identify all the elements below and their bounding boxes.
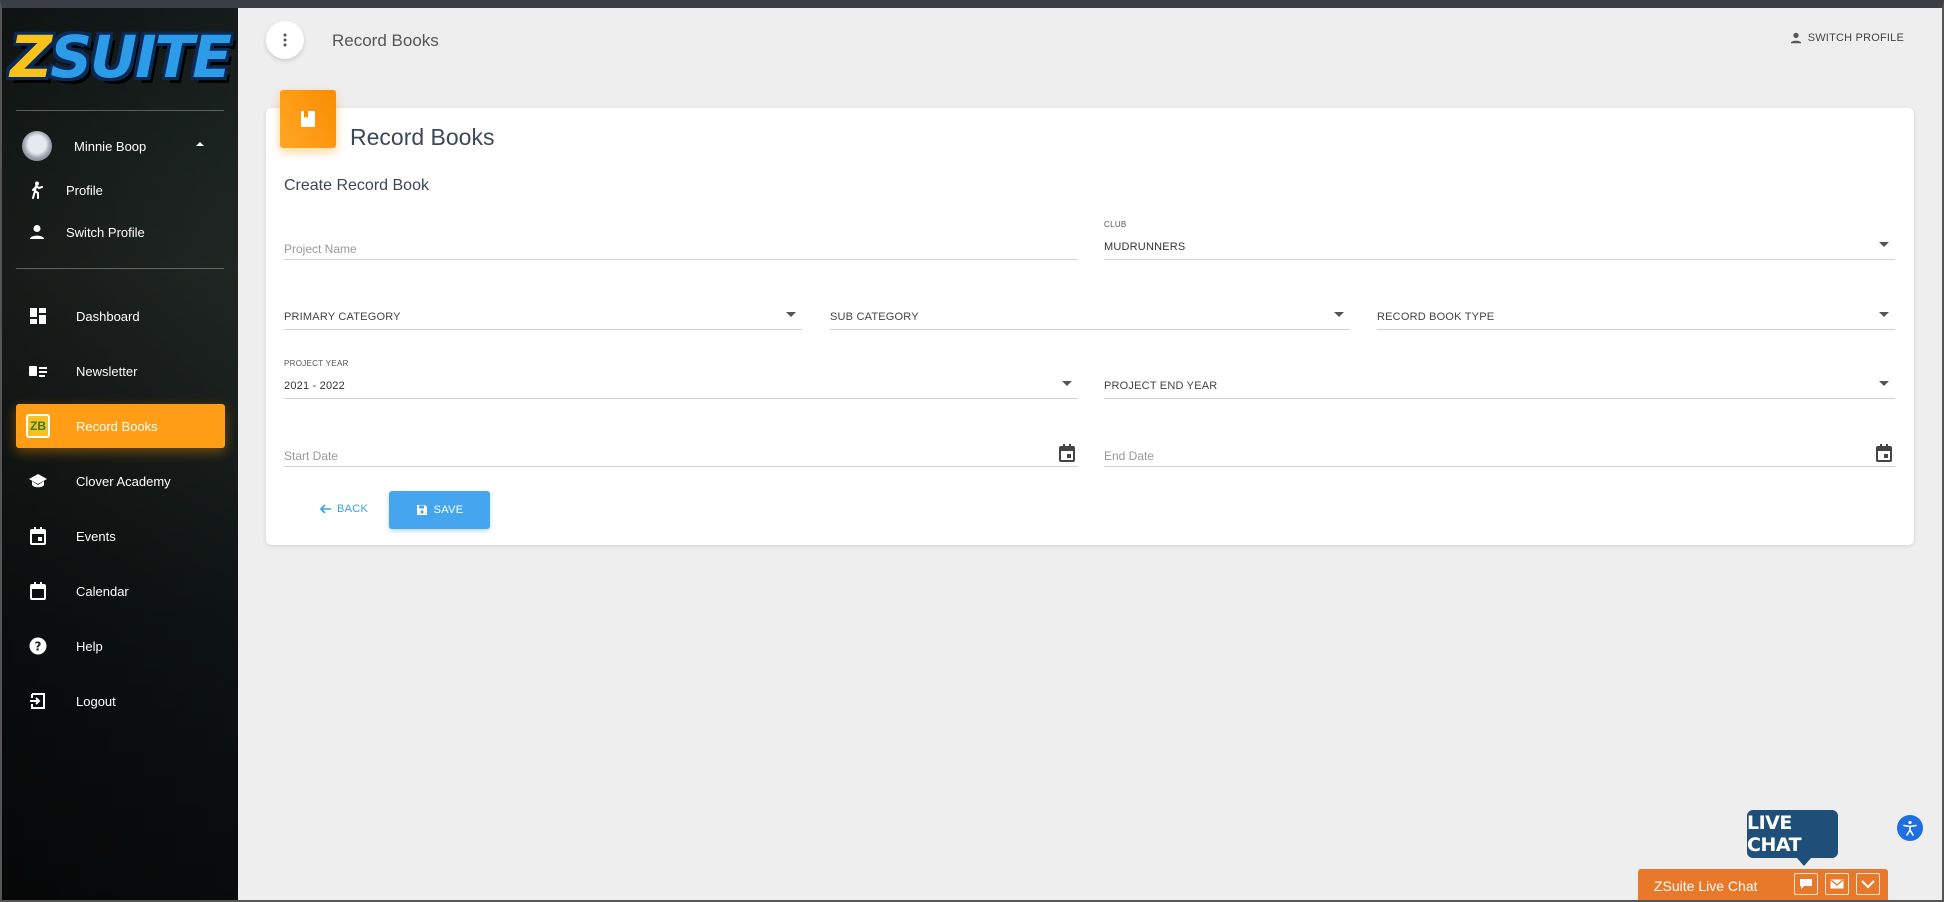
dropdown-arrow-icon xyxy=(786,312,796,317)
help-icon: ? xyxy=(26,634,50,658)
calendar-icon xyxy=(26,579,50,603)
dropdown-arrow-icon xyxy=(1879,312,1889,317)
chat-icon[interactable] xyxy=(1794,873,1818,895)
logout-icon xyxy=(26,689,50,713)
sidebar-item-events[interactable]: Events xyxy=(16,514,225,558)
sidebar-item-label: Calendar xyxy=(76,583,129,599)
save-button[interactable]: SAVE xyxy=(389,491,490,529)
sidebar-item-clover-academy[interactable]: Clover Academy xyxy=(16,459,225,503)
mail-icon[interactable] xyxy=(1825,873,1849,895)
chevron-down-icon[interactable] xyxy=(1856,873,1880,895)
primary-category-select[interactable]: PRIMARY CATEGORY xyxy=(284,290,802,330)
accessibility-icon xyxy=(1903,820,1917,836)
person-icon xyxy=(1790,32,1801,44)
sidebar-item-label: Events xyxy=(76,528,116,544)
save-icon xyxy=(416,505,427,515)
school-icon xyxy=(26,469,50,493)
sidebar-item-profile[interactable]: Profile xyxy=(28,178,103,202)
club-select[interactable]: CLUB MUDRUNNERS xyxy=(1104,220,1895,260)
live-chat-bubble[interactable]: LIVE CHAT xyxy=(1747,810,1838,866)
sidebar-item-label: Record Books xyxy=(76,418,158,434)
sidebar-item-switch-profile[interactable]: Switch Profile xyxy=(28,220,145,244)
sidebar-item-calendar[interactable]: Calendar xyxy=(16,569,225,613)
newsletter-icon xyxy=(26,359,50,383)
card-title: Record Books xyxy=(350,124,495,150)
sidebar-divider xyxy=(16,110,224,111)
record-book-type-select[interactable]: RECORD BOOK TYPE xyxy=(1377,290,1895,330)
sidebar-divider xyxy=(16,268,224,269)
sub-category-select[interactable]: SUB CATEGORY xyxy=(830,290,1350,330)
person-walking-icon xyxy=(28,181,46,199)
accessibility-button[interactable] xyxy=(1897,815,1923,841)
end-date-field[interactable]: End Date xyxy=(1104,427,1895,467)
zsuite-logo[interactable]: ZSUITE xyxy=(10,18,232,96)
start-date-field[interactable]: Start Date xyxy=(284,427,1078,467)
page-title: Record Books xyxy=(332,31,439,50)
svg-text:?: ? xyxy=(35,640,42,654)
sidebar-item-label: Dashboard xyxy=(76,308,140,324)
back-button[interactable]: BACK xyxy=(306,491,382,527)
project-year-select[interactable]: PROJECT YEAR 2021 - 2022 xyxy=(284,359,1078,399)
calendar-icon[interactable] xyxy=(1875,444,1893,462)
event-icon xyxy=(26,524,50,548)
sidebar-item-logout[interactable]: Logout xyxy=(16,679,225,723)
switch-profile-link[interactable]: SWITCH PROFILE xyxy=(1790,32,1904,44)
sidebar-item-label: Help xyxy=(76,638,103,654)
sidebar-item-label: Clover Academy xyxy=(76,473,171,489)
user-menu-toggle[interactable]: Minnie Boop xyxy=(22,128,222,164)
sidebar-item-dashboard[interactable]: Dashboard xyxy=(16,294,225,338)
sidebar-item-record-books[interactable]: ZB Record Books xyxy=(16,404,225,448)
card-subtitle: Create Record Book xyxy=(284,177,429,194)
person-icon xyxy=(28,223,46,241)
caret-up-icon xyxy=(196,142,204,146)
calendar-icon[interactable] xyxy=(1058,444,1076,462)
more-menu-button[interactable] xyxy=(266,21,304,59)
sidebar-item-label: Profile xyxy=(66,182,103,198)
project-name-field[interactable]: Project Name xyxy=(284,220,1077,260)
sidebar-item-label: Logout xyxy=(76,693,116,709)
dropdown-arrow-icon xyxy=(1062,381,1072,386)
book-icon xyxy=(280,90,336,148)
sidebar-item-help[interactable]: ? Help xyxy=(16,624,225,668)
sidebar-item-label: Newsletter xyxy=(76,363,138,379)
more-vert-icon xyxy=(283,33,287,47)
zb-icon: ZB xyxy=(26,414,50,438)
live-chat-title: ZSuite Live Chat xyxy=(1654,877,1758,894)
avatar xyxy=(22,131,52,161)
dropdown-arrow-icon xyxy=(1879,242,1889,247)
arrow-left-icon xyxy=(320,504,331,514)
dropdown-arrow-icon xyxy=(1334,312,1344,317)
dashboard-icon xyxy=(26,304,50,328)
sidebar-item-newsletter[interactable]: Newsletter xyxy=(16,349,225,393)
live-chat-bar[interactable]: ZSuite Live Chat xyxy=(1638,869,1888,902)
sidebar-item-label: Switch Profile xyxy=(66,224,145,240)
sidebar: ZSUITE Minnie Boop Profile Switch Profil… xyxy=(0,0,238,902)
dropdown-arrow-icon xyxy=(1879,381,1889,386)
user-name: Minnie Boop xyxy=(74,138,147,154)
project-end-year-select[interactable]: PROJECT END YEAR xyxy=(1104,359,1895,399)
